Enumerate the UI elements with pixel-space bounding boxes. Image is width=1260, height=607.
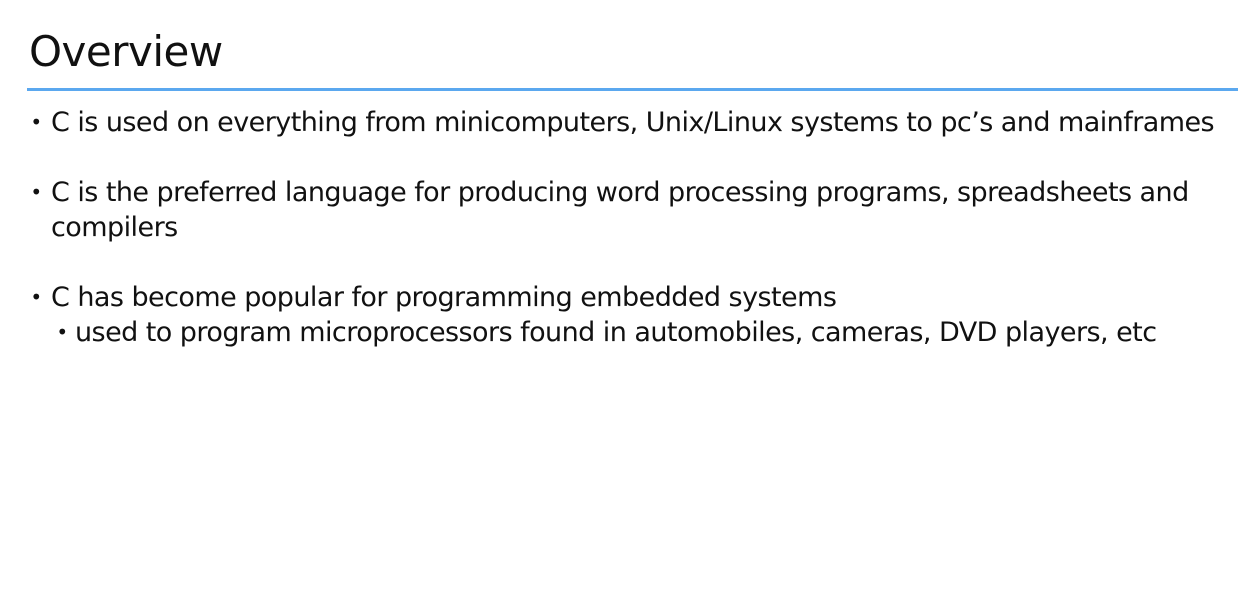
sub-bullet-dot-icon: •: [56, 320, 68, 344]
title-underline: [27, 88, 1238, 91]
bullet-item: • C is the preferred language for produc…: [29, 175, 1244, 245]
bullet-text: C has become popular for programming emb…: [51, 282, 837, 313]
bullet-list: • C is used on everything from minicompu…: [29, 105, 1244, 350]
slide-title: Overview: [29, 27, 223, 76]
slide: Overview • C is used on everything from …: [0, 0, 1260, 607]
bullet-dot-icon: •: [30, 180, 42, 204]
sub-bullet-text: used to program microprocessors found in…: [75, 317, 1157, 348]
bullet-text: C is the preferred language for producin…: [51, 177, 1189, 243]
sub-bullet-list: • used to program microprocessors found …: [51, 315, 1244, 350]
bullet-item: • C has become popular for programming e…: [29, 280, 1244, 350]
bullet-dot-icon: •: [30, 285, 42, 309]
sub-bullet-item: • used to program microprocessors found …: [51, 315, 1244, 350]
bullet-dot-icon: •: [30, 110, 42, 134]
bullet-item: • C is used on everything from minicompu…: [29, 105, 1244, 140]
bullet-text: C is used on everything from minicompute…: [51, 107, 1215, 138]
